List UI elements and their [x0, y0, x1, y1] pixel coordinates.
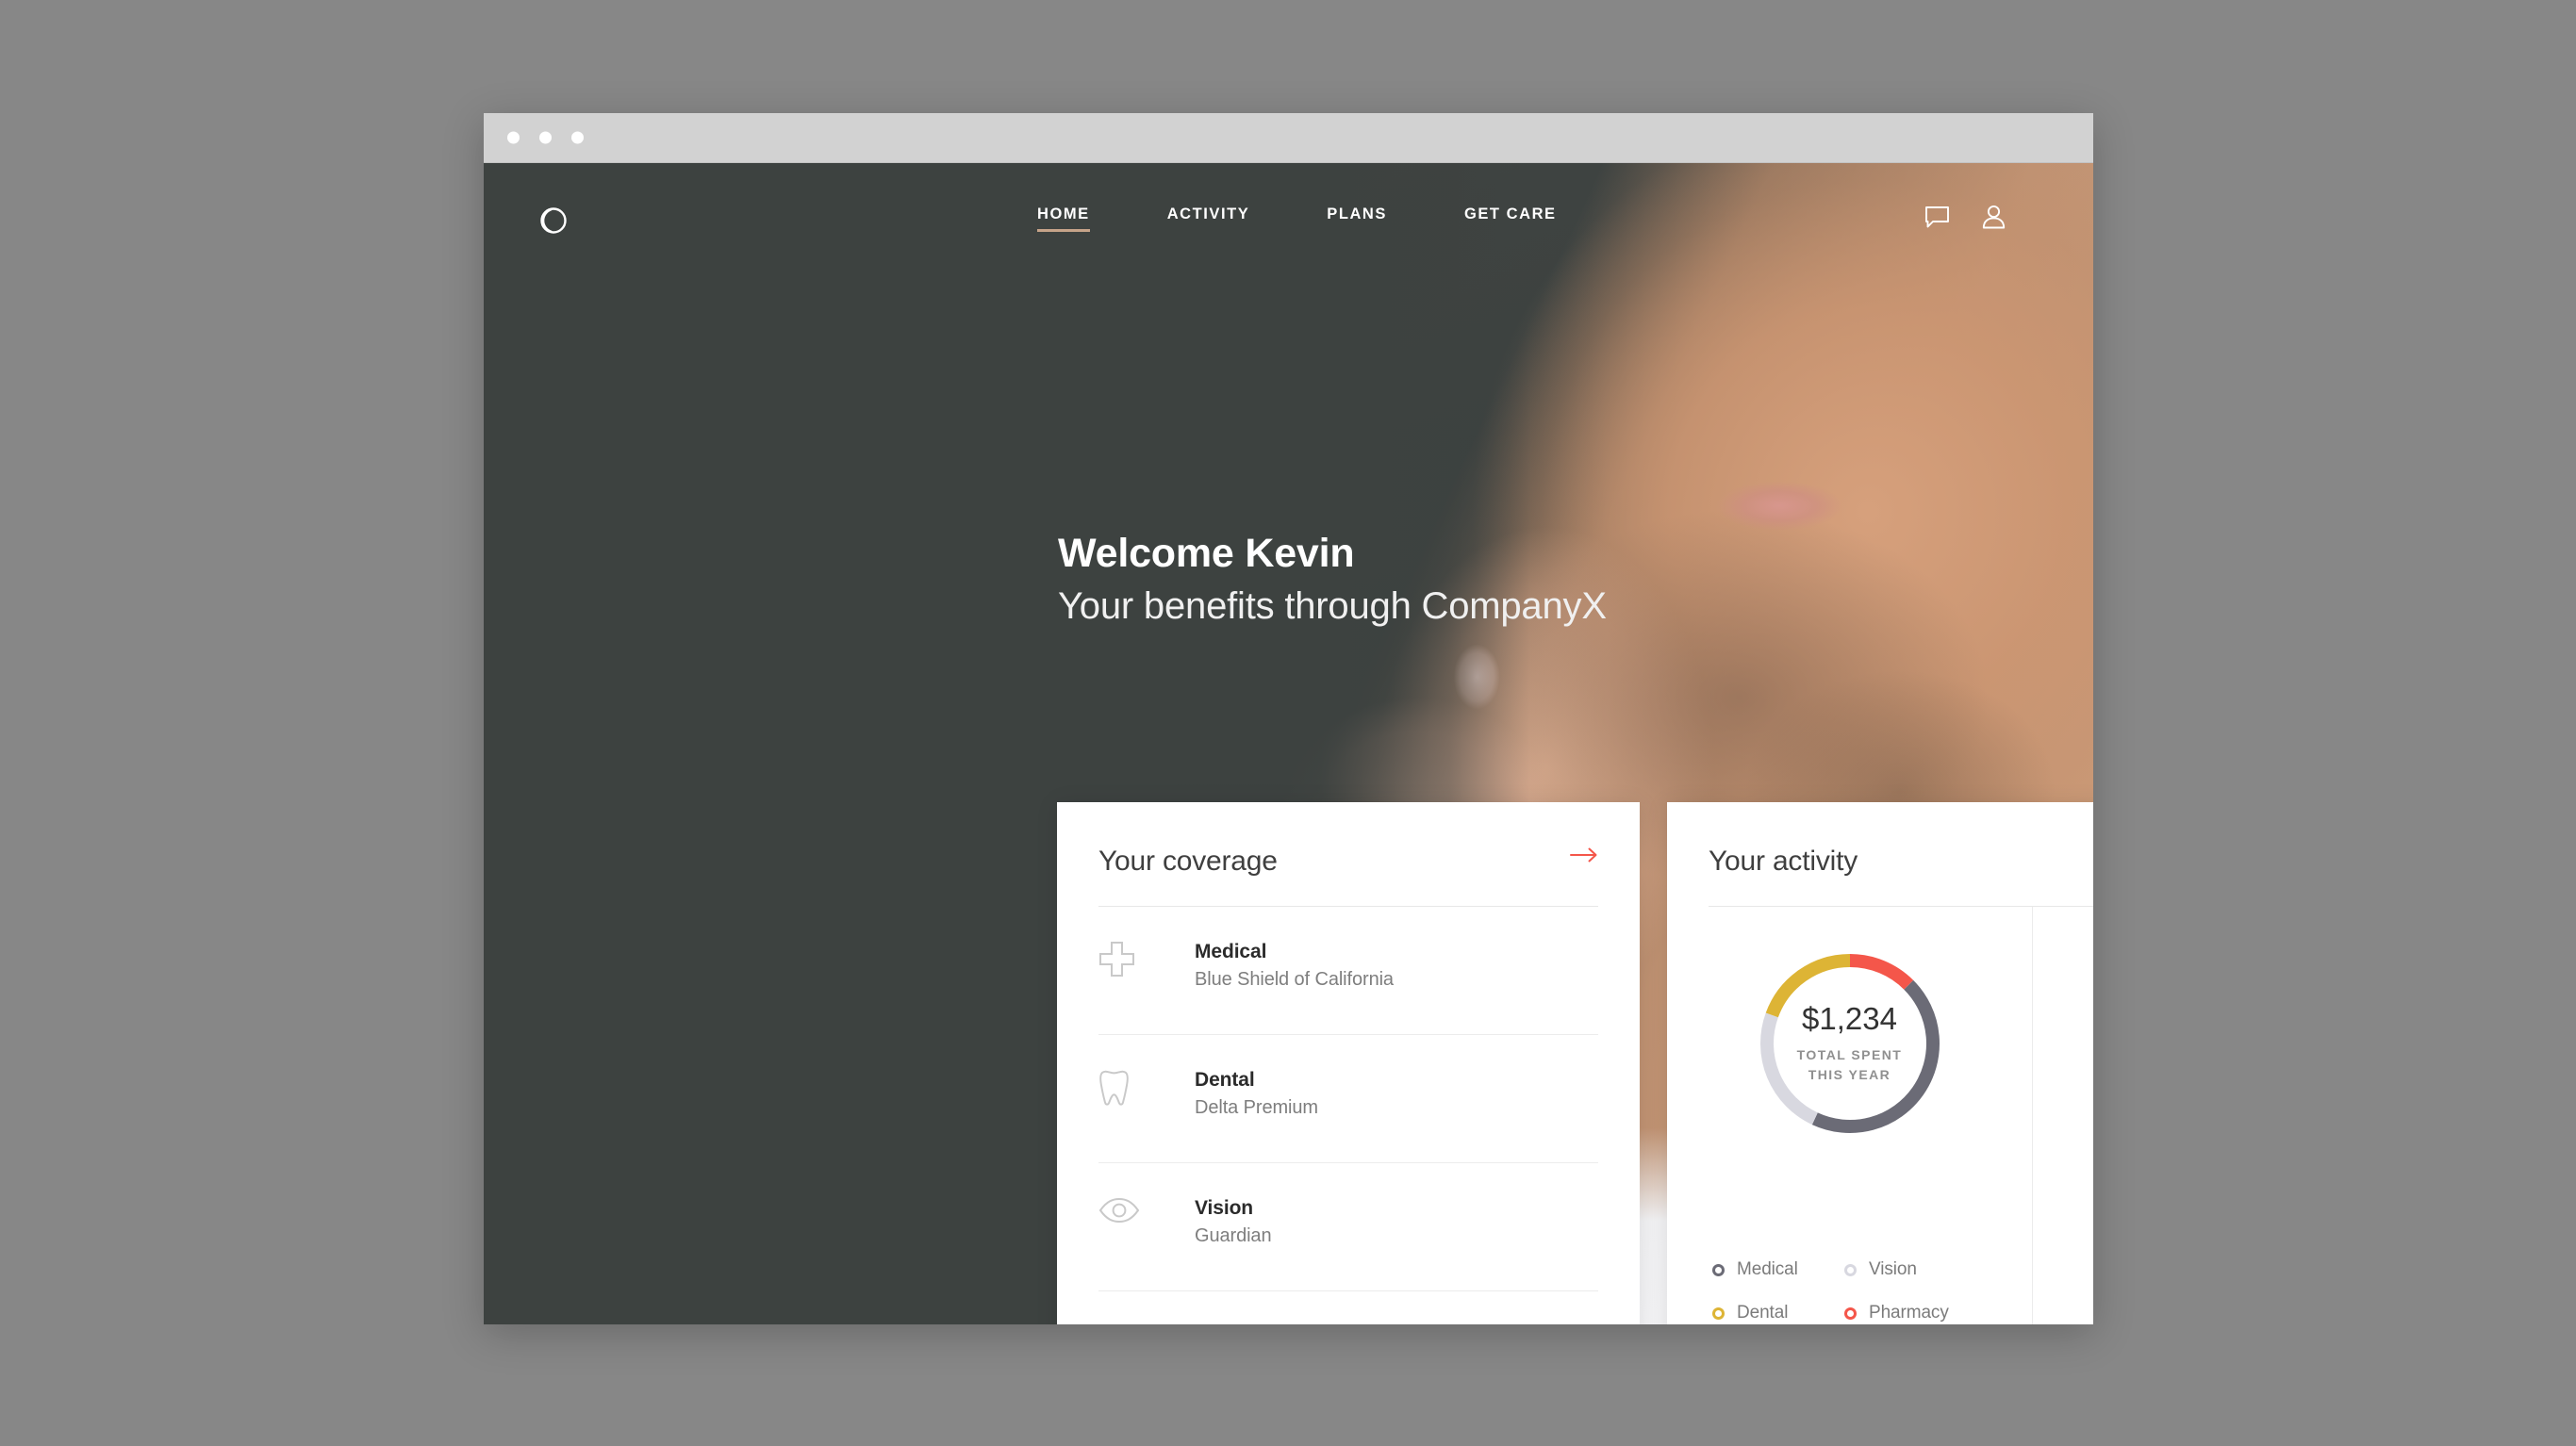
- legend-swatch-medical: [1712, 1263, 1725, 1276]
- screenshot-stage: HOME ACTIVITY PLANS GET CARE Welcome Kev…: [0, 0, 2576, 1446]
- browser-window: HOME ACTIVITY PLANS GET CARE Welcome Kev…: [484, 113, 2093, 1324]
- coverage-text-medical: Medical Blue Shield of California: [1155, 907, 1394, 994]
- legend-label: Pharmacy: [1869, 1303, 1949, 1323]
- coverage-name: Vision: [1195, 1197, 1254, 1219]
- coverage-list: Medical Blue Shield of California Dental…: [1057, 907, 1640, 1291]
- activity-card-title: Your activity: [1709, 846, 1858, 877]
- coverage-text-vision: Vision Guardian: [1155, 1163, 1272, 1250]
- window-controls: [507, 131, 584, 144]
- legend-item-medical[interactable]: Medical: [1712, 1259, 1844, 1280]
- activity-body: $1,234 TOTAL SPENT THIS YEAR Medical Vis…: [1667, 907, 2093, 1324]
- coverage-plan: Blue Shield of California: [1195, 969, 1394, 991]
- tooth-icon: [1098, 1035, 1155, 1108]
- coverage-text-dental: Dental Delta Premium: [1155, 1035, 1318, 1122]
- legend-item-vision[interactable]: Vision: [1844, 1259, 1976, 1280]
- coverage-plan: Guardian: [1195, 1225, 1272, 1247]
- coverage-card-header: Your coverage: [1057, 802, 1640, 906]
- maximize-window-dot[interactable]: [571, 131, 584, 144]
- hero-copy: Welcome Kevin Your benefits through Comp…: [1058, 529, 1607, 630]
- legend-label: Dental: [1737, 1303, 1789, 1323]
- legend-label: Medical: [1737, 1259, 1798, 1279]
- activity-card-header: Your activity: [1667, 802, 2093, 906]
- donut-segment-pharmacy[interactable]: [1849, 954, 1913, 990]
- companyx-logo[interactable]: [534, 203, 570, 238]
- legend-swatch-vision: [1844, 1263, 1857, 1276]
- donut-svg: [1759, 954, 1940, 1133]
- legend-item-dental[interactable]: Dental: [1712, 1303, 1844, 1323]
- chart-legend: Medical Vision Dental Pharmacy: [1712, 1259, 1976, 1323]
- nav-item-plans[interactable]: PLANS: [1327, 205, 1387, 223]
- hero-section: HOME ACTIVITY PLANS GET CARE Welcome Kev…: [484, 163, 2093, 1324]
- activity-events-list: 1 DECEMBER 12, 2016 Doctor office visit …: [2033, 907, 2093, 1324]
- hero-title: Welcome Kevin: [1058, 531, 1355, 576]
- chat-icon[interactable]: [1924, 205, 1950, 229]
- spend-donut-chart: $1,234 TOTAL SPENT THIS YEAR Medical Vis…: [1667, 907, 2033, 1324]
- user-icon[interactable]: [1982, 205, 2006, 229]
- coverage-card-title: Your coverage: [1098, 846, 1278, 877]
- hero-subtitle: Your benefits through CompanyX: [1058, 585, 1607, 628]
- donut-segment-vision[interactable]: [1759, 1012, 1818, 1126]
- donut-segment-medical[interactable]: [1811, 979, 1940, 1133]
- nav-links: HOME ACTIVITY PLANS GET CARE: [1037, 205, 1557, 232]
- legend-swatch-pharmacy: [1844, 1306, 1857, 1320]
- coverage-name: Medical: [1195, 941, 1267, 962]
- coverage-arrow-icon[interactable]: [1570, 846, 1598, 864]
- coverage-row-dental[interactable]: Dental Delta Premium: [1098, 1035, 1598, 1163]
- nav-icons: [1924, 205, 2006, 229]
- coverage-plan: Delta Premium: [1195, 1097, 1318, 1119]
- browser-titlebar: [484, 113, 2093, 163]
- activity-card: Your activity $1,234 TOTAL SPENT THIS YE…: [1667, 802, 2093, 1324]
- coverage-row-vision[interactable]: Vision Guardian: [1098, 1163, 1598, 1291]
- nav-item-activity[interactable]: ACTIVITY: [1167, 205, 1250, 223]
- legend-label: Vision: [1869, 1259, 1917, 1279]
- top-navigation: HOME ACTIVITY PLANS GET CARE: [484, 163, 2093, 269]
- donut-segment-dental[interactable]: [1765, 954, 1850, 1018]
- medical-cross-icon: [1098, 907, 1155, 978]
- coverage-card: Your coverage Medical Blue Shield of Cal…: [1057, 802, 1640, 1324]
- minimize-window-dot[interactable]: [539, 131, 552, 144]
- nav-item-home[interactable]: HOME: [1037, 205, 1090, 232]
- close-window-dot[interactable]: [507, 131, 520, 144]
- eye-icon: [1098, 1163, 1155, 1224]
- legend-swatch-dental: [1712, 1306, 1725, 1320]
- coverage-name: Dental: [1195, 1069, 1255, 1091]
- legend-item-pharmacy[interactable]: Pharmacy: [1844, 1303, 1976, 1323]
- coverage-row-medical[interactable]: Medical Blue Shield of California: [1098, 907, 1598, 1035]
- nav-item-get-care[interactable]: GET CARE: [1464, 205, 1557, 223]
- cards-row: Your coverage Medical Blue Shield of Cal…: [1057, 802, 2093, 1324]
- donut-graphic: $1,234 TOTAL SPENT THIS YEAR: [1753, 946, 1947, 1141]
